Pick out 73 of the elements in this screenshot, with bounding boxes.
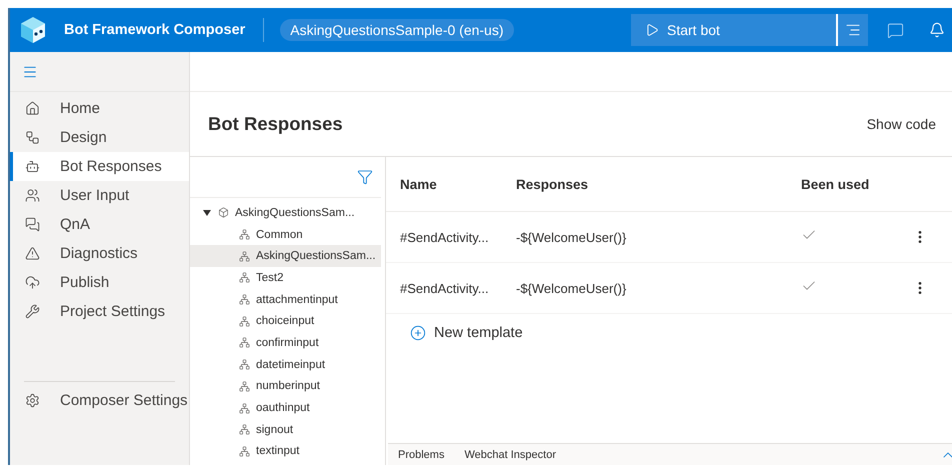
tree-item[interactable]: textinput xyxy=(190,440,381,462)
dialog-icon xyxy=(239,316,250,327)
nav-item[interactable]: Diagnostics xyxy=(10,239,189,268)
nav-item[interactable]: User Input xyxy=(10,181,189,210)
column-header: Responses xyxy=(516,176,590,192)
plus-icon xyxy=(410,325,426,341)
dialog-icon xyxy=(239,424,250,436)
dialog-icon xyxy=(239,359,250,370)
tree-item[interactable]: choiceinput xyxy=(190,310,381,332)
dialog-icon xyxy=(239,380,250,392)
tree-item[interactable]: datetimeinput xyxy=(190,354,381,376)
nav-icon xyxy=(25,188,40,203)
panel-tab[interactable]: Problems xyxy=(398,448,444,460)
nav-icon xyxy=(25,101,40,116)
tree-label: oauthinput xyxy=(256,402,310,414)
tree-item[interactable]: AskingQuestionsSam... xyxy=(190,245,381,268)
dialog-icon xyxy=(239,337,250,348)
nav-item[interactable]: Bot Responses xyxy=(10,152,189,181)
tree-label: textinput xyxy=(256,445,300,458)
tree-item[interactable]: confirminput xyxy=(190,332,381,354)
settings-icon xyxy=(25,393,40,408)
dialog-icon xyxy=(239,402,250,414)
nav-icon xyxy=(25,246,40,261)
play-icon xyxy=(645,23,659,37)
app-logo xyxy=(18,15,48,45)
tree-item[interactable]: AskingQuestionsSam... xyxy=(190,202,381,224)
tree-label: attachmentinput xyxy=(256,294,338,306)
nav-item[interactable]: Home xyxy=(10,94,189,123)
tree-label: AskingQuestionsSam... xyxy=(256,250,376,262)
nav-item[interactable]: Publish xyxy=(10,268,189,297)
tree-label: Common xyxy=(256,228,303,241)
dialog-icon xyxy=(239,229,250,240)
project-name[interactable]: AskingQuestionsSample-0 (en-us) xyxy=(280,19,514,41)
tree-item[interactable]: oauthinput xyxy=(190,397,381,419)
nav-icon xyxy=(25,217,40,232)
column-header: Name xyxy=(400,176,438,192)
table-cell-text: #SendActivity... xyxy=(400,280,490,296)
nav-item[interactable]: Composer Settings xyxy=(10,386,189,415)
nav-icon xyxy=(25,130,40,145)
nav-icon xyxy=(25,275,40,290)
tree-label: Test2 xyxy=(256,272,284,284)
tree-label: choiceinput xyxy=(256,315,314,328)
new-template-button[interactable]: New template xyxy=(386,314,523,352)
panel-tab[interactable]: Webchat Inspector xyxy=(464,448,556,460)
nav-item[interactable]: QnA xyxy=(10,210,189,239)
nav-item[interactable]: Design xyxy=(10,123,189,152)
tree-label: datetimeinput xyxy=(256,358,326,371)
tree-label: signout xyxy=(256,424,294,436)
tree-label: confirminput xyxy=(256,336,319,349)
tree-item[interactable]: signout xyxy=(190,418,381,441)
tree-item[interactable]: Common xyxy=(190,224,381,246)
show-code-link[interactable]: Show code xyxy=(866,116,936,132)
nav-item[interactable]: Project Settings xyxy=(10,297,189,326)
tree-label: AskingQuestionsSam... xyxy=(235,206,355,219)
page-title: Bot Responses xyxy=(208,113,343,135)
caret-down-icon[interactable] xyxy=(202,208,212,218)
tree-item[interactable]: Test2 xyxy=(190,267,381,289)
table-cell-text: -${WelcomeUser()} xyxy=(516,280,628,296)
table-cell-text: #SendActivity... xyxy=(400,230,490,244)
dialog-icon xyxy=(239,294,250,306)
dialog-icon xyxy=(239,250,250,262)
column-header: Been used xyxy=(801,176,870,192)
tree-item[interactable]: attachmentinput xyxy=(190,288,381,310)
cube-icon xyxy=(218,207,229,218)
table-cell-text: -${WelcomeUser()} xyxy=(516,230,628,244)
tree-label: numberinput xyxy=(256,380,320,392)
app-title: Bot Framework Composer xyxy=(64,22,246,38)
dialog-icon xyxy=(239,446,250,457)
dialog-icon xyxy=(239,272,250,284)
tree-item[interactable]: numberinput xyxy=(190,376,381,398)
filter-icon[interactable] xyxy=(357,169,373,185)
nav-icon xyxy=(25,159,40,174)
nav-icon xyxy=(25,304,40,319)
